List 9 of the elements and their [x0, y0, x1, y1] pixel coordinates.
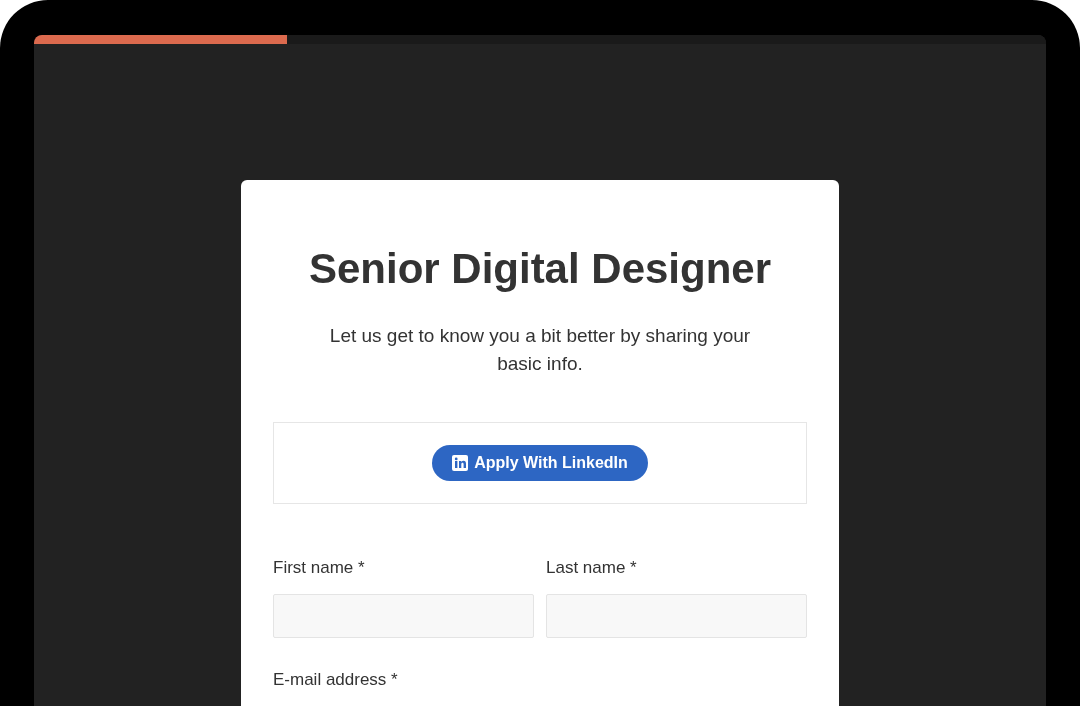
input-field[interactable]: [546, 594, 807, 639]
linkedin-icon: [452, 455, 469, 472]
field-label: E-mail address *: [273, 670, 399, 691]
field-label: Last name *: [546, 558, 638, 579]
intro-text: Let us get to know you a bit better by sharing your basic info.: [328, 324, 752, 377]
job-title: Senior Digital Designer: [307, 244, 773, 294]
apply-linkedin-button[interactable]: Apply With LinkedIn: [432, 445, 648, 482]
field-label: First name *: [273, 558, 366, 579]
input-field[interactable]: [273, 594, 534, 639]
